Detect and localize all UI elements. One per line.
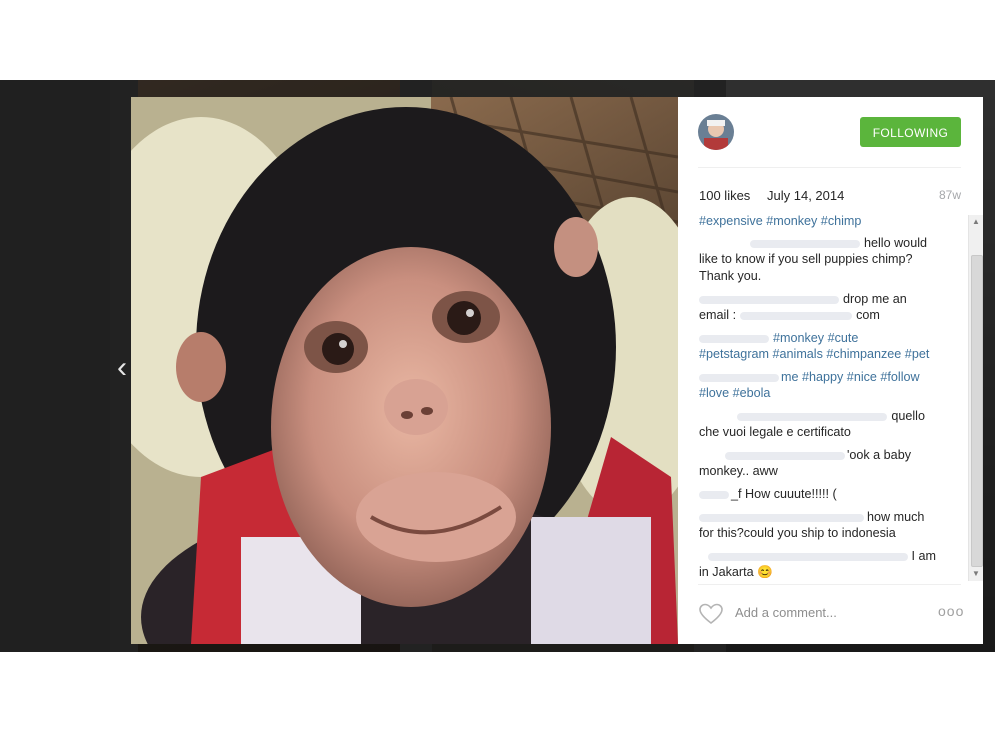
redacted-username xyxy=(699,295,839,304)
comment-fragment: email : xyxy=(699,308,737,322)
divider xyxy=(698,584,961,585)
avatar[interactable] xyxy=(698,114,734,150)
comment-hashtags[interactable]: #love #ebola xyxy=(699,385,961,402)
comment-fragment: 'ook a baby xyxy=(846,448,911,462)
post-age[interactable]: 87w xyxy=(939,188,961,202)
comments-scrollbar[interactable]: ▲ ▼ xyxy=(968,215,983,581)
comment-fragment: com xyxy=(856,308,880,322)
following-button[interactable]: FOLLOWING xyxy=(860,117,961,147)
more-options-icon[interactable]: ooo xyxy=(938,603,964,619)
comment-fragment: I am xyxy=(911,549,937,563)
post-photo[interactable] xyxy=(131,97,678,644)
comment-text: email : com xyxy=(699,307,961,324)
post-details-panel: FOLLOWING 100 likes July 14, 2014 87w #e… xyxy=(678,97,983,644)
comment-text: che vuoi legale e certificato xyxy=(699,425,851,439)
comment-text: drop me an xyxy=(699,291,961,308)
comment-text: me #happy #nice #follow xyxy=(699,369,961,386)
comment-text: quello xyxy=(699,408,925,425)
comment-fragment: how much xyxy=(867,510,925,524)
comment-fragment: _f How cuuute!!!!! ( xyxy=(731,487,837,501)
comment-text: for this?could you ship to indonesia xyxy=(699,526,896,540)
comment-hashtags[interactable]: #petstagram #animals #chimpanzee #pet xyxy=(699,346,961,363)
comment-text: _f How cuuute!!!!! ( xyxy=(699,486,961,503)
comment-text: hello would xyxy=(699,235,927,252)
comments-list: #expensive #monkey #chimp hello would li… xyxy=(699,213,967,585)
comment-fragment: quello xyxy=(891,409,925,423)
comment-text: 'ook a baby xyxy=(699,447,911,464)
scroll-thumb[interactable] xyxy=(971,255,983,567)
redacted-username xyxy=(699,334,769,343)
comment-text: monkey.. aww xyxy=(699,464,778,478)
comment-text: #monkey #cute xyxy=(699,330,961,347)
redacted-email xyxy=(740,311,853,320)
caption-hashtags[interactable]: #expensive #monkey #chimp xyxy=(699,213,961,230)
scroll-up-arrow-icon[interactable]: ▲ xyxy=(969,215,983,229)
user-avatar-image xyxy=(698,114,734,150)
comment-text: in Jakarta 😊 xyxy=(699,565,773,579)
redacted-username xyxy=(737,412,888,421)
redacted-username xyxy=(699,373,779,382)
redacted-username xyxy=(699,513,864,522)
comment-text: Thank you. xyxy=(699,269,762,283)
redacted-username xyxy=(707,552,908,561)
redacted-username xyxy=(699,490,729,499)
redacted-username xyxy=(724,451,845,460)
likes-count[interactable]: 100 likes xyxy=(699,188,750,203)
comment-hashtags[interactable]: me #happy #nice #follow xyxy=(781,370,920,384)
comment-hashtags[interactable]: #monkey #cute xyxy=(773,331,858,345)
chimp-photo-illustration xyxy=(131,97,678,644)
divider xyxy=(698,167,961,168)
comment-fragment: hello would xyxy=(863,236,927,250)
comment-text: how much xyxy=(699,509,961,526)
scroll-down-arrow-icon[interactable]: ▼ xyxy=(969,567,983,581)
comment-fragment: drop me an xyxy=(843,292,907,306)
redacted-username xyxy=(749,239,860,248)
comment-text: I am xyxy=(699,548,936,565)
post-date: July 14, 2014 xyxy=(767,188,845,203)
comment-text: like to know if you sell puppies chimp? xyxy=(699,252,913,266)
heart-icon[interactable] xyxy=(698,602,724,626)
add-comment-input[interactable] xyxy=(735,605,915,620)
